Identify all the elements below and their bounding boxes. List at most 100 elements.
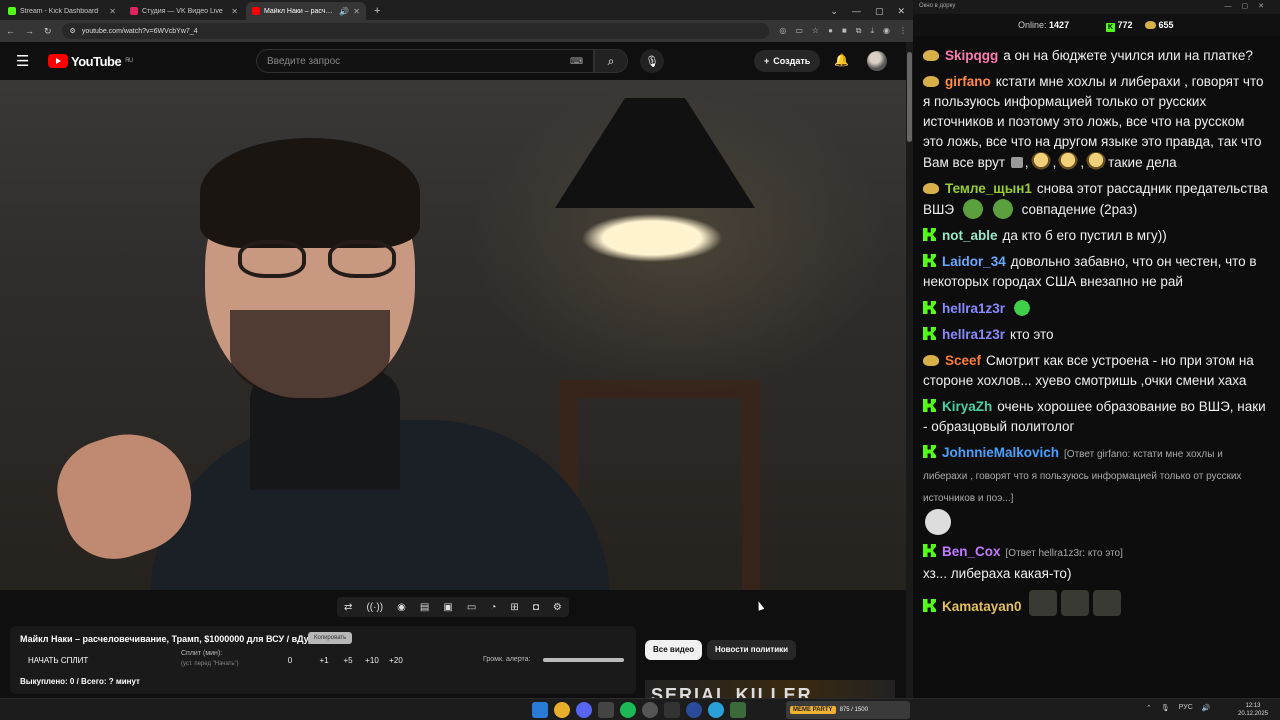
clock[interactable]: 12:13 20.12.2025 xyxy=(1238,702,1268,718)
close-icon[interactable]: ✕ xyxy=(353,7,360,16)
extension-icon[interactable]: ■ xyxy=(842,26,847,36)
chat-username[interactable]: Ben_Cox xyxy=(942,544,1001,559)
chat-username[interactable]: KiryaZh xyxy=(942,399,992,414)
eye-icon[interactable]: ◉ xyxy=(397,602,406,613)
puzzle-icon[interactable]: ⧉ xyxy=(856,26,862,36)
gold-badge-icon xyxy=(923,76,939,87)
meme-party-widget[interactable]: MEME PARTY 875 / 1500 xyxy=(786,701,910,719)
speed-icon[interactable]: ◔ xyxy=(490,602,496,613)
back-icon[interactable]: ← xyxy=(6,26,15,36)
chat-username[interactable]: hellra1z3r xyxy=(942,301,1005,316)
chat-username[interactable]: hellra1z3r xyxy=(942,327,1005,342)
page-scrollbar[interactable] xyxy=(906,42,913,698)
volume-icon[interactable]: 🔊 xyxy=(1202,704,1211,712)
cast-icon[interactable]: ▭ xyxy=(795,26,803,36)
bookmark-star-icon[interactable]: ☆ xyxy=(812,26,819,36)
forward-icon[interactable]: → xyxy=(25,26,34,36)
emote-icon xyxy=(1028,590,1057,616)
split-add-1-button[interactable]: +1 xyxy=(312,656,336,665)
windows-start-icon[interactable] xyxy=(532,702,548,718)
loop-icon[interactable]: ⇄ xyxy=(344,602,352,613)
maximize-icon[interactable]: ▢ xyxy=(875,2,884,20)
theater-icon[interactable]: ▭ xyxy=(467,602,476,613)
hair xyxy=(200,138,420,248)
chat-username[interactable]: not_able xyxy=(942,228,998,243)
menu-dots-icon[interactable]: ⋮ xyxy=(899,26,907,36)
screenshot-icon[interactable]: ◘ xyxy=(533,602,539,613)
chat-window-controls[interactable]: —▢✕ xyxy=(1225,2,1274,10)
video-player[interactable] xyxy=(0,80,906,590)
chrome-icon[interactable] xyxy=(554,702,570,718)
tab-youtube[interactable]: Майкл Наки – расчеловечи… 🔊 ✕ xyxy=(246,2,366,20)
gold-badge-icon xyxy=(923,50,939,61)
new-tab-button[interactable]: + xyxy=(366,2,388,20)
menu-icon[interactable]: ☰ xyxy=(16,52,38,70)
split-add-20-button[interactable]: +20 xyxy=(384,656,408,665)
extension-icon[interactable]: ● xyxy=(828,26,833,36)
chat-username[interactable]: Skipqgg xyxy=(945,48,998,63)
notifications-bell-icon[interactable]: 🔔 xyxy=(834,53,849,67)
pepe-emote-icon xyxy=(959,199,986,219)
chat-username[interactable]: Темле_щын1 xyxy=(945,181,1032,196)
gold-badge-icon xyxy=(923,355,939,366)
media-player-icon[interactable] xyxy=(686,702,702,718)
obs-icon[interactable] xyxy=(642,702,658,718)
glasses xyxy=(238,240,403,280)
reload-icon[interactable]: ↻ xyxy=(44,26,52,37)
app-icon[interactable] xyxy=(664,702,680,718)
search-button[interactable]: ⌕ xyxy=(594,49,628,73)
create-button[interactable]: + Создать xyxy=(754,50,821,72)
close-icon[interactable]: ✕ xyxy=(231,7,238,16)
close-icon[interactable]: ✕ xyxy=(109,7,116,16)
tab-kick-dashboard[interactable]: Stream - Kick Dashboard ✕ xyxy=(2,2,122,20)
download-icon[interactable]: ⤓ xyxy=(870,26,874,36)
minimize-icon[interactable]: — xyxy=(852,2,861,20)
url-field[interactable]: ⚙ youtube.com/watch?v=6WVcbYw7_4 xyxy=(61,23,770,39)
copy-button[interactable]: Копировать xyxy=(308,632,353,644)
split-add-10-button[interactable]: +10 xyxy=(360,656,384,665)
app-icon[interactable] xyxy=(598,702,614,718)
app-icon[interactable] xyxy=(730,702,746,718)
chat-username[interactable]: Laidor_34 xyxy=(942,254,1006,269)
scrollbar-thumb[interactable] xyxy=(907,52,912,142)
tab-vk-studio[interactable]: Студия — VK Видео Live ✕ xyxy=(124,2,244,20)
pip-icon[interactable]: ▣ xyxy=(443,602,452,613)
chat-stats: Online: 1427 K 772 655 xyxy=(913,14,1280,36)
face-emote-icon xyxy=(1030,152,1051,172)
profile-icon[interactable]: ◉ xyxy=(883,26,890,36)
chip-politics-news[interactable]: Новости политики xyxy=(707,640,797,660)
youtube-logo[interactable]: YouTube RU xyxy=(48,54,133,69)
split-buttons: 0 +1 +5 +10 +20 xyxy=(278,656,408,665)
mic-icon[interactable]: 🎙 xyxy=(1161,704,1170,712)
spotify-icon[interactable] xyxy=(620,702,636,718)
chat-message: JohnnieMalkovich [Ответ girfano: кстати м… xyxy=(923,443,1268,536)
google-lens-icon[interactable]: ◎ xyxy=(779,26,786,36)
broadcast-icon[interactable]: ((·)) xyxy=(366,602,383,613)
search-input[interactable]: Введите запрос ⌨ xyxy=(256,49,594,73)
chat-messages: Skipqgg а он на бюджете учился или на пла… xyxy=(923,46,1268,623)
voice-search-button[interactable]: 🎙 xyxy=(640,49,664,73)
book-emote-icon xyxy=(1010,157,1023,168)
language-indicator[interactable]: РУС xyxy=(1179,704,1193,712)
start-split-button[interactable]: НАЧАТЬ СПЛИТ xyxy=(28,656,88,665)
alert-volume-slider[interactable] xyxy=(543,658,624,662)
site-info-icon[interactable]: ⚙ xyxy=(70,27,76,35)
chat-username[interactable]: Kamatayan0 xyxy=(942,599,1022,614)
chat-username[interactable]: girfano xyxy=(945,74,991,89)
discord-icon[interactable] xyxy=(576,702,592,718)
keyboard-icon[interactable]: ⌨ xyxy=(570,56,583,67)
chat-message: not_able да кто б его пустил в мгу)) xyxy=(923,226,1268,246)
avatar[interactable] xyxy=(867,51,887,71)
clip-icon[interactable]: ▤ xyxy=(420,602,429,613)
chevron-up-icon[interactable]: ⌃ xyxy=(1146,704,1152,712)
chat-username[interactable]: Sceef xyxy=(945,353,981,368)
add-icon[interactable]: ⊞ xyxy=(510,602,518,613)
tab-search-icon[interactable]: ⌄ xyxy=(830,2,838,20)
close-window-icon[interactable]: ✕ xyxy=(897,2,905,20)
split-add-5-button[interactable]: +5 xyxy=(336,656,360,665)
chat-username[interactable]: JohnnieMalkovich xyxy=(942,445,1059,460)
settings-gear-icon[interactable]: ⚙ xyxy=(553,602,562,613)
recommended-thumbnail[interactable]: SERIAL KILLER xyxy=(645,680,895,698)
telegram-icon[interactable] xyxy=(708,702,724,718)
chip-all-videos[interactable]: Все видео xyxy=(645,640,703,660)
